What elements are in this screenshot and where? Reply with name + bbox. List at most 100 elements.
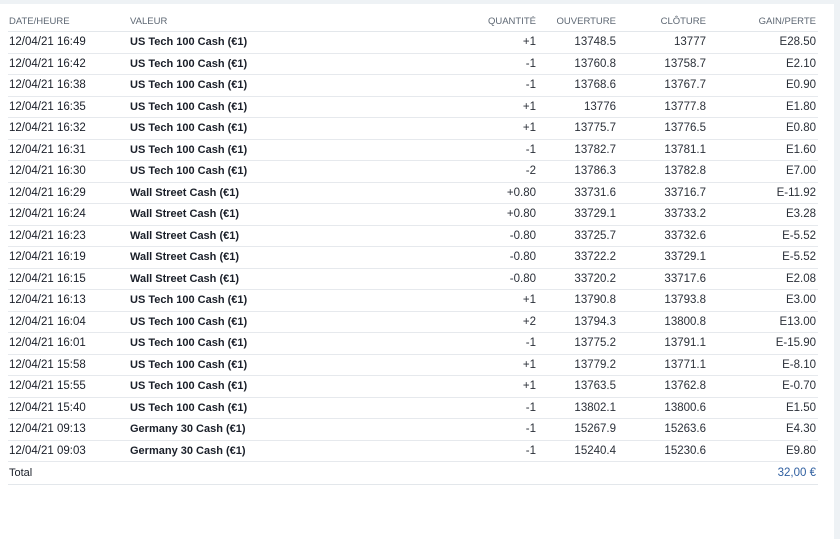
table-row[interactable]: 12/04/21 16:29 Wall Street Cash (€1) +0.80… (8, 182, 818, 204)
cell-close: 33733.2 (618, 203, 708, 226)
cell-gain-loss: E1.80 (708, 96, 818, 118)
cell-gain-loss: E1.50 (708, 397, 818, 419)
cell-gain-loss: E2.08 (708, 268, 818, 290)
header-close[interactable]: CLÔTURE (618, 12, 708, 32)
cell-gain-loss: E3.00 (708, 289, 818, 312)
cell-quantity: +0.80 (384, 182, 538, 204)
cell-open: 13775.2 (538, 332, 618, 355)
table-row[interactable]: 12/04/21 16:32 US Tech 100 Cash (€1) +1 137… (8, 117, 818, 140)
cell-gain-loss: E-8.10 (708, 354, 818, 376)
table-row[interactable]: 12/04/21 16:31 US Tech 100 Cash (€1) -1 137… (8, 139, 818, 161)
table-row[interactable]: 12/04/21 15:40 US Tech 100 Cash (€1) -1 138… (8, 397, 818, 419)
cell-gain-loss: E-0.70 (708, 375, 818, 398)
table-row[interactable]: 12/04/21 16:30 US Tech 100 Cash (€1) -2 137… (8, 160, 818, 183)
table-row[interactable]: 12/04/21 16:13 US Tech 100 Cash (€1) +1 137… (8, 289, 818, 312)
cell-date: 12/04/21 16:24 (8, 203, 129, 226)
total-spacer (618, 461, 708, 485)
table-row[interactable]: 12/04/21 16:49 US Tech 100 Cash (€1) +1 137… (8, 31, 818, 54)
cell-instrument: US Tech 100 Cash (€1) (129, 332, 384, 355)
cell-date: 12/04/21 16:04 (8, 311, 129, 333)
cell-gain-loss: E1.60 (708, 139, 818, 161)
cell-quantity: +1 (384, 117, 538, 140)
header-value[interactable]: VALEUR (129, 12, 384, 32)
cell-open: 13802.1 (538, 397, 618, 419)
cell-quantity: +1 (384, 354, 538, 376)
cell-quantity: +2 (384, 311, 538, 333)
cell-instrument: US Tech 100 Cash (€1) (129, 117, 384, 140)
cell-date: 12/04/21 16:19 (8, 246, 129, 269)
cell-date: 12/04/21 16:32 (8, 117, 129, 140)
cell-date: 12/04/21 16:01 (8, 332, 129, 355)
cell-date: 12/04/21 16:31 (8, 139, 129, 161)
cell-gain-loss: E0.80 (708, 117, 818, 140)
cell-date: 12/04/21 16:15 (8, 268, 129, 290)
cell-open: 33729.1 (538, 203, 618, 226)
cell-date: 12/04/21 16:29 (8, 182, 129, 204)
cell-open: 33731.6 (538, 182, 618, 204)
table-row[interactable]: 12/04/21 15:58 US Tech 100 Cash (€1) +1 137… (8, 354, 818, 376)
table-row[interactable]: 12/04/21 09:03 Germany 30 Cash (€1) -1 1524… (8, 440, 818, 462)
cell-date: 12/04/21 15:40 (8, 397, 129, 419)
cell-close: 33717.6 (618, 268, 708, 290)
table-row[interactable]: 12/04/21 15:55 US Tech 100 Cash (€1) +1 137… (8, 375, 818, 398)
header-open[interactable]: OUVERTURE (538, 12, 618, 32)
cell-gain-loss: E3.28 (708, 203, 818, 226)
table-row[interactable]: 12/04/21 16:23 Wall Street Cash (€1) -0.80… (8, 225, 818, 247)
cell-open: 13776 (538, 96, 618, 118)
header-gain-loss[interactable]: GAIN/PERTE (708, 12, 818, 32)
header-date[interactable]: DATE/HEURE (8, 12, 129, 32)
table-row[interactable]: 12/04/21 16:15 Wall Street Cash (€1) -0.80… (8, 268, 818, 290)
cell-quantity: +1 (384, 375, 538, 398)
table-row[interactable]: 12/04/21 16:35 US Tech 100 Cash (€1) +1 137… (8, 96, 818, 118)
cell-open: 13782.7 (538, 139, 618, 161)
cell-date: 12/04/21 16:23 (8, 225, 129, 247)
cell-gain-loss: E2.10 (708, 53, 818, 75)
cell-date: 12/04/21 09:13 (8, 418, 129, 441)
table-row[interactable]: 12/04/21 16:19 Wall Street Cash (€1) -0.80… (8, 246, 818, 269)
cell-quantity: -1 (384, 53, 538, 75)
cell-instrument: US Tech 100 Cash (€1) (129, 74, 384, 97)
cell-close: 13781.1 (618, 139, 708, 161)
table-header-row: DATE/HEURE VALEUR QUANTITÉ OUVERTURE CLÔ… (8, 12, 818, 32)
cell-open: 33725.7 (538, 225, 618, 247)
cell-date: 12/04/21 15:58 (8, 354, 129, 376)
total-amount: 32,00 € (708, 461, 818, 485)
cell-date: 12/04/21 16:38 (8, 74, 129, 97)
cell-close: 13782.8 (618, 160, 708, 183)
cell-close: 13777.8 (618, 96, 708, 118)
table-row[interactable]: 12/04/21 09:13 Germany 30 Cash (€1) -1 1526… (8, 418, 818, 441)
cell-gain-loss: E-15.90 (708, 332, 818, 355)
cell-instrument: Germany 30 Cash (€1) (129, 418, 384, 441)
cell-gain-loss: E0.90 (708, 74, 818, 97)
table-row[interactable]: 12/04/21 16:04 US Tech 100 Cash (€1) +2 137… (8, 311, 818, 333)
cell-instrument: Wall Street Cash (€1) (129, 268, 384, 290)
cell-instrument: US Tech 100 Cash (€1) (129, 31, 384, 54)
cell-instrument: Wall Street Cash (€1) (129, 246, 384, 269)
cell-gain-loss: E7.00 (708, 160, 818, 183)
cell-instrument: US Tech 100 Cash (€1) (129, 160, 384, 183)
table-row[interactable]: 12/04/21 16:24 Wall Street Cash (€1) +0.80… (8, 203, 818, 226)
cell-instrument: Wall Street Cash (€1) (129, 182, 384, 204)
cell-quantity: -1 (384, 332, 538, 355)
cell-gain-loss: E-5.52 (708, 225, 818, 247)
total-spacer (538, 461, 618, 485)
header-quantity[interactable]: QUANTITÉ (384, 12, 538, 32)
cell-date: 12/04/21 16:49 (8, 31, 129, 54)
table-row[interactable]: 12/04/21 16:42 US Tech 100 Cash (€1) -1 137… (8, 53, 818, 75)
cell-instrument: US Tech 100 Cash (€1) (129, 139, 384, 161)
cell-close: 13800.6 (618, 397, 708, 419)
cell-close: 13762.8 (618, 375, 708, 398)
table-row[interactable]: 12/04/21 16:38 US Tech 100 Cash (€1) -1 137… (8, 74, 818, 97)
cell-gain-loss: E13.00 (708, 311, 818, 333)
cell-quantity: -1 (384, 440, 538, 462)
cell-gain-loss: E-11.92 (708, 182, 818, 204)
table-row[interactable]: 12/04/21 16:01 US Tech 100 Cash (€1) -1 137… (8, 332, 818, 355)
cell-open: 13786.3 (538, 160, 618, 183)
cell-gain-loss: E-5.52 (708, 246, 818, 269)
cell-instrument: Wall Street Cash (€1) (129, 225, 384, 247)
cell-close: 13767.7 (618, 74, 708, 97)
cell-quantity: +1 (384, 31, 538, 54)
cell-open: 13760.8 (538, 53, 618, 75)
cell-close: 13800.8 (618, 311, 708, 333)
cell-quantity: -1 (384, 418, 538, 441)
